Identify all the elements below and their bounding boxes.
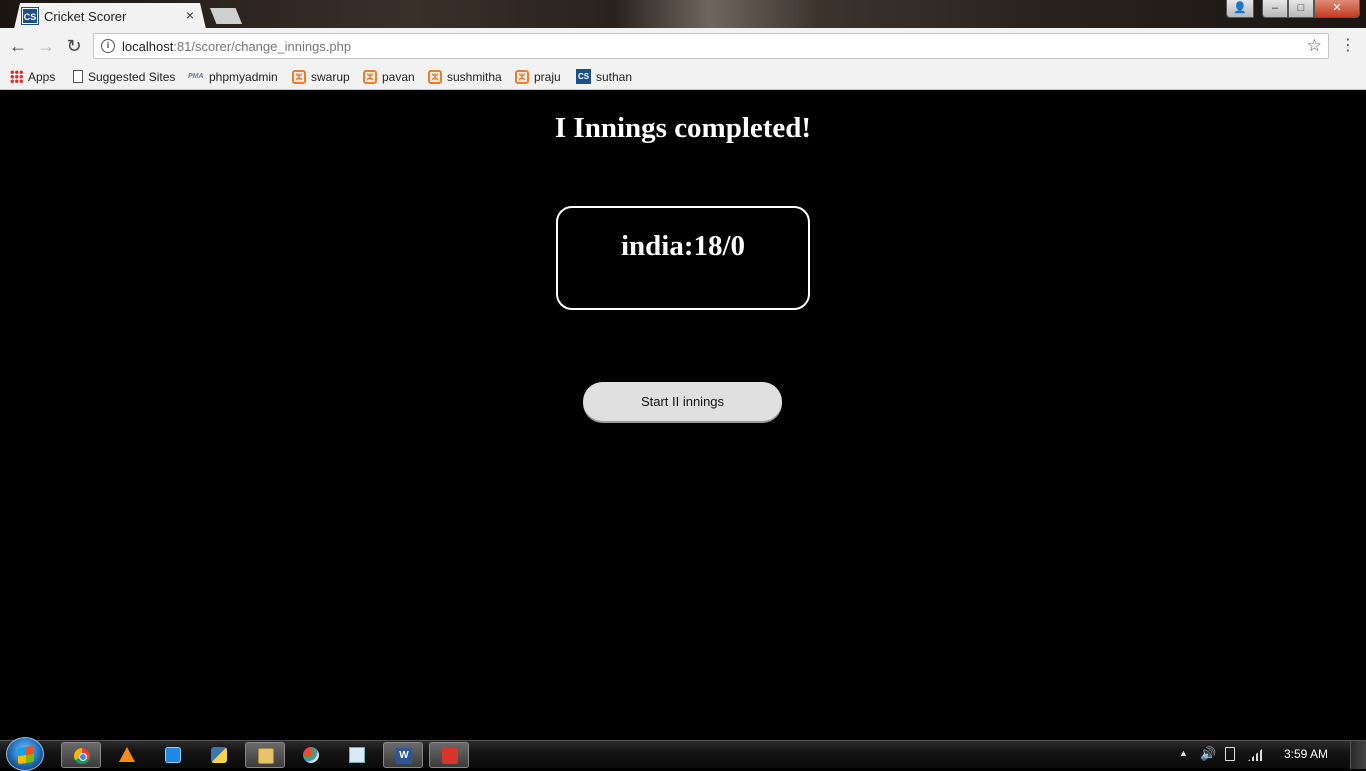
xampp-icon: ⵣ [428, 69, 442, 84]
network-icon[interactable] [1248, 749, 1262, 761]
new-tab-button[interactable] [210, 8, 242, 24]
maximize-button[interactable]: □ [1288, 0, 1314, 18]
bookmark-label: swarup [311, 70, 350, 84]
xampp-icon: ⵣ [292, 69, 306, 84]
start-second-innings-button[interactable]: Start II innings [583, 382, 782, 421]
minimize-button[interactable]: – [1262, 0, 1288, 18]
team-score: india:18/0 [620, 230, 746, 262]
system-clock[interactable]: 3:59 AM [1284, 747, 1328, 761]
power-icon[interactable] [1225, 747, 1235, 761]
address-bar[interactable]: i localhost:81/scorer/change_innings.php… [93, 33, 1329, 59]
reload-icon[interactable]: ↻ [64, 36, 84, 56]
taskbar-vlc[interactable] [107, 742, 147, 768]
score-card: india:18/0 [556, 206, 810, 310]
bookmark-label: phpmyadmin [209, 70, 278, 84]
bookmark-apps[interactable]: Apps [10, 68, 55, 86]
chrome-icon [74, 748, 90, 764]
browser-tab-active[interactable]: CS Cricket Scorer × [14, 3, 206, 29]
app-icon [442, 748, 458, 764]
taskbar-chrome[interactable] [61, 742, 101, 768]
start-menu-icon[interactable] [6, 737, 44, 771]
python-icon [211, 747, 227, 763]
bookmark-swarup[interactable]: ⵣ swarup [292, 68, 350, 86]
notepad-icon [349, 747, 365, 763]
browser-title-bar: CS Cricket Scorer × 👤 – □ ✕ [0, 0, 1366, 28]
xampp-icon: ⵣ [515, 69, 529, 84]
bookmark-phpmyadmin[interactable]: PMA phpmyadmin [188, 68, 278, 86]
bookmark-label: suthan [596, 70, 633, 84]
bookmark-label: sushmitha [447, 70, 502, 84]
page-title: I Innings completed! [554, 112, 812, 144]
user-profile-icon[interactable]: 👤 [1226, 0, 1254, 18]
explorer-icon [258, 748, 274, 764]
bookmark-star-icon[interactable]: ☆ [1307, 36, 1322, 56]
cs-favicon-icon: CS [22, 8, 38, 24]
bookmark-suthan[interactable]: CS suthan [576, 68, 632, 86]
taskbar-teamviewer[interactable] [153, 742, 193, 768]
browser-toolbar: ← → ↻ i localhost:81/scorer/change_innin… [0, 28, 1366, 64]
url-path: :81/scorer/change_innings.php [173, 39, 352, 54]
apps-grid-icon [10, 70, 23, 84]
tray-expand-icon[interactable]: ▲ [1179, 748, 1188, 758]
taskbar-explorer[interactable] [245, 742, 285, 768]
url-host: localhost [122, 39, 174, 54]
bookmark-suggested-sites[interactable]: Suggested Sites [73, 68, 175, 86]
phpmyadmin-icon: PMA [188, 72, 204, 80]
url-text[interactable]: localhost:81/scorer/change_innings.php [122, 39, 351, 54]
taskbar-paint[interactable] [291, 742, 331, 768]
taskbar-word[interactable]: W [383, 742, 423, 768]
bookmark-label: Suggested Sites [88, 70, 176, 84]
word-icon: W [396, 748, 412, 764]
windows-taskbar: W ▲ 🔊 3:59 AM [0, 737, 1366, 771]
bookmarks-bar: Apps Suggested Sites PMA phpmyadmin ⵣ swar… [0, 64, 1366, 90]
paint-icon [303, 747, 319, 763]
close-tab-icon[interactable]: × [186, 7, 194, 23]
bookmark-label: Apps [28, 70, 56, 84]
vlc-icon [119, 747, 135, 762]
taskbar-python[interactable] [199, 742, 239, 768]
show-desktop-button[interactable] [1350, 741, 1366, 769]
speaker-icon[interactable]: 🔊 [1200, 746, 1216, 762]
browser-menu-icon[interactable]: ⋮ [1340, 36, 1356, 56]
page-content: I Innings completed! india:18/0 Start II… [0, 90, 1366, 740]
tab-title: Cricket Scorer [44, 9, 127, 24]
xampp-icon: ⵣ [363, 69, 377, 84]
close-window-button[interactable]: ✕ [1314, 0, 1360, 18]
cs-favicon-icon: CS [576, 69, 591, 85]
bookmark-label: praju [534, 70, 561, 84]
taskbar-notepad[interactable] [337, 742, 377, 768]
bookmark-sushmitha[interactable]: ⵣ sushmitha [428, 68, 502, 86]
teamviewer-icon [165, 747, 181, 763]
back-arrow-icon[interactable]: ← [8, 36, 28, 56]
forward-arrow-icon[interactable]: → [36, 36, 56, 56]
bookmark-pavan[interactable]: ⵣ pavan [363, 68, 415, 86]
bookmark-label: pavan [382, 70, 415, 84]
bookmark-praju[interactable]: ⵣ praju [515, 68, 561, 86]
info-icon[interactable]: i [101, 39, 115, 53]
taskbar-app[interactable] [429, 742, 469, 768]
page-icon [73, 70, 83, 84]
